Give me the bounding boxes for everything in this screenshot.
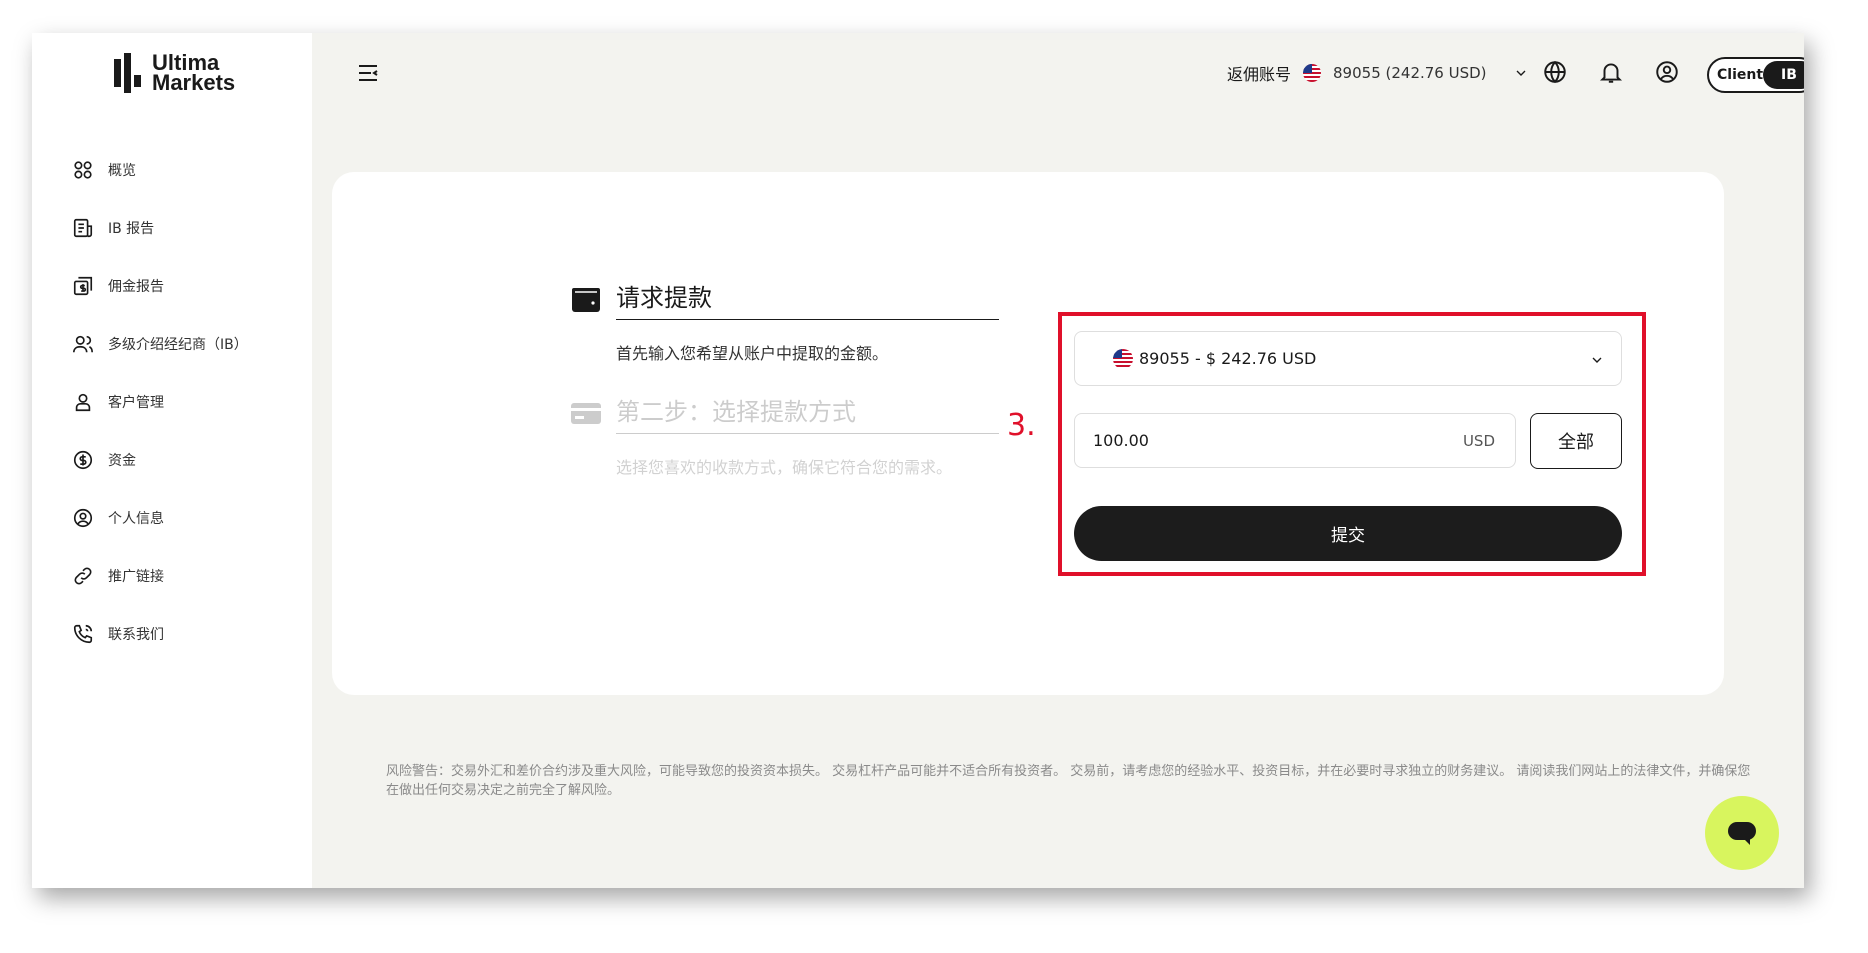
dollar-icon bbox=[73, 450, 93, 470]
report-icon bbox=[73, 218, 93, 238]
logo-mark-icon bbox=[112, 53, 144, 93]
step-title: 请求提款 bbox=[616, 278, 999, 320]
sidebar-item-ib-report[interactable]: IB 报告 bbox=[72, 199, 248, 257]
sidebar-nav: 概览 IB 报告 佣金报告 多级介绍经纪商（IB） 客户管理 资金 个人信息 推… bbox=[72, 141, 248, 663]
sidebar-item-label: 客户管理 bbox=[108, 395, 164, 411]
card-icon bbox=[571, 403, 601, 424]
brand-logo[interactable]: Ultima Markets bbox=[112, 50, 236, 95]
menu-collapse-icon[interactable] bbox=[356, 61, 380, 85]
bell-icon[interactable] bbox=[1598, 59, 1624, 85]
step-desc: 首先输入您希望从账户中提取的金额。 bbox=[616, 344, 889, 363]
us-flag-icon bbox=[1303, 64, 1322, 82]
amount-field[interactable]: USD bbox=[1074, 413, 1516, 468]
sidebar-item-profile[interactable]: 个人信息 bbox=[72, 489, 248, 547]
risk-disclaimer: 风险警告：交易外汇和差价合约涉及重大风险，可能导致您的投资资本损失。 交易杠杆产… bbox=[386, 764, 1751, 798]
us-flag-icon bbox=[1113, 348, 1133, 369]
overview-icon bbox=[74, 161, 92, 179]
sidebar-item-multi-level-ib[interactable]: 多级介绍经纪商（IB） bbox=[72, 315, 248, 373]
account-circle-icon[interactable] bbox=[1654, 59, 1680, 85]
submit-button[interactable]: 提交 bbox=[1074, 506, 1622, 561]
account-switcher[interactable]: 返佣账号 89055 (242.76 USD) bbox=[1227, 61, 1529, 85]
chevron-down-icon bbox=[1516, 70, 1525, 76]
account-select-value: 89055 - $ 242.76 USD bbox=[1139, 349, 1317, 368]
sidebar: Ultima Markets 概览 IB 报告 佣金报告 多级介绍经纪商（IB） bbox=[32, 33, 312, 888]
profile-icon bbox=[73, 508, 93, 528]
sidebar-item-label: 个人信息 bbox=[108, 511, 164, 527]
sidebar-item-overview[interactable]: 概览 bbox=[72, 141, 248, 199]
link-icon bbox=[74, 567, 92, 585]
top-icons bbox=[1542, 59, 1680, 85]
chat-icon bbox=[1728, 822, 1756, 845]
step-desc: 选择您喜欢的收款方式，确保它符合您的需求。 bbox=[616, 458, 953, 477]
brand-name: Ultima Markets bbox=[152, 50, 236, 95]
amount-input[interactable] bbox=[1093, 431, 1463, 450]
sidebar-item-contact[interactable]: 联系我们 bbox=[72, 605, 248, 663]
sidebar-item-commission-report[interactable]: 佣金报告 bbox=[72, 257, 248, 315]
sidebar-item-funds[interactable]: 资金 bbox=[72, 431, 248, 489]
chevron-down-icon bbox=[1592, 357, 1602, 363]
sidebar-item-label: 多级介绍经纪商（IB） bbox=[108, 337, 248, 353]
step-title: 第二步：选择提款方式 bbox=[616, 392, 999, 434]
step-select-method: 第二步：选择提款方式 选择您喜欢的收款方式，确保它符合您的需求。 bbox=[570, 392, 999, 478]
commission-icon bbox=[73, 276, 93, 296]
sidebar-item-label: 概览 bbox=[108, 163, 136, 179]
sidebar-item-promo-links[interactable]: 推广链接 bbox=[72, 547, 248, 605]
sidebar-item-label: IB 报告 bbox=[108, 221, 155, 237]
toggle-ib[interactable]: IB bbox=[1763, 61, 1804, 89]
annotation-marker: 3. bbox=[1007, 408, 1036, 443]
top-bar: 返佣账号 89055 (242.76 USD) Client IB bbox=[312, 33, 1804, 109]
account-value: 89055 (242.76 USD) bbox=[1333, 64, 1487, 82]
sidebar-item-client-management[interactable]: 客户管理 bbox=[72, 373, 248, 431]
chat-button[interactable] bbox=[1705, 796, 1779, 870]
sidebar-item-label: 推广链接 bbox=[108, 569, 164, 585]
users-icon bbox=[73, 335, 93, 353]
all-amount-button[interactable]: 全部 bbox=[1530, 413, 1622, 469]
user-icon bbox=[75, 393, 91, 412]
step-request-withdrawal: 请求提款 首先输入您希望从账户中提取的金额。 bbox=[570, 278, 999, 364]
client-ib-toggle[interactable]: Client IB bbox=[1707, 57, 1804, 93]
sidebar-item-label: 资金 bbox=[108, 453, 136, 469]
sidebar-item-label: 联系我们 bbox=[108, 627, 164, 643]
account-label: 返佣账号 bbox=[1227, 65, 1292, 84]
amount-unit: USD bbox=[1462, 431, 1495, 450]
toggle-client[interactable]: Client bbox=[1709, 67, 1763, 83]
globe-icon[interactable] bbox=[1542, 59, 1568, 85]
wallet-icon bbox=[572, 288, 600, 312]
phone-icon bbox=[73, 624, 93, 644]
account-select[interactable]: 89055 - $ 242.76 USD bbox=[1074, 331, 1622, 386]
sidebar-item-label: 佣金报告 bbox=[108, 279, 164, 295]
